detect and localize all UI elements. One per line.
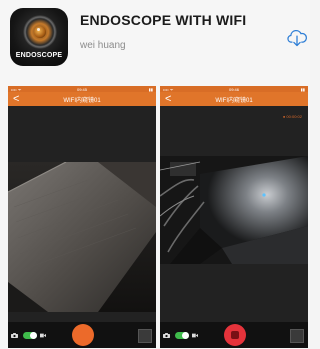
stop-icon <box>231 331 239 339</box>
app-icon-label: ENDOSCOPE <box>15 52 63 59</box>
nav-bar: < WIFI内窥镜01 <box>8 92 156 106</box>
photo-video-toggle[interactable] <box>175 332 189 339</box>
app-developer[interactable]: wei huang <box>80 40 126 51</box>
camera-feed-image <box>8 162 156 312</box>
video-camera-icon <box>40 333 46 338</box>
nav-title: WIFI内窥镜01 <box>215 98 253 104</box>
capture-button[interactable] <box>72 324 94 346</box>
screenshot-video-mode[interactable]: •••• ᯤ 09:46 ▮▮ < WIFI内窥镜01 ● 00:00:02 <box>160 86 308 348</box>
record-stop-button[interactable] <box>224 324 246 346</box>
nav-title: WIFI内窥镜01 <box>63 98 101 104</box>
camera-icon <box>163 333 170 338</box>
camera-feed-image <box>160 156 308 264</box>
app-title[interactable]: ENDOSCOPE WITH WIFI <box>80 12 246 28</box>
camera-toolbar <box>8 322 156 348</box>
app-store-listing: ENDOSCOPE ENDOSCOPE WITH WIFI wei huang … <box>0 0 310 349</box>
camera-lens-icon <box>23 15 57 49</box>
video-camera-icon <box>192 333 198 338</box>
screenshot-photo-mode[interactable]: •••• ᯤ 09:45 ▮▮ < WIFI内窥镜01 <box>8 86 156 348</box>
cloud-download-icon[interactable] <box>286 27 308 49</box>
camera-toolbar <box>160 322 308 348</box>
nav-bar: < WIFI内窥镜01 <box>160 92 308 106</box>
camera-icon <box>11 333 18 338</box>
gallery-thumbnail[interactable] <box>138 329 152 343</box>
photo-video-toggle[interactable] <box>23 332 37 339</box>
gallery-thumbnail[interactable] <box>290 329 304 343</box>
app-icon[interactable]: ENDOSCOPE <box>10 8 68 66</box>
recording-timer: ● 00:00:02 <box>282 114 302 119</box>
